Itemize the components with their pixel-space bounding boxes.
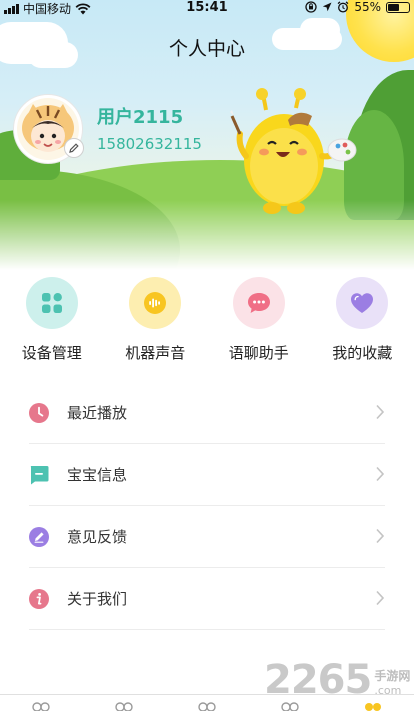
chevron-right-icon [376, 466, 385, 482]
phone-number: 15802632115 [97, 135, 202, 153]
status-right: 55% [305, 0, 410, 14]
status-bar: 中国移动 15:41 55% [0, 0, 414, 16]
battery-icon [386, 1, 410, 13]
tab-icon [115, 702, 133, 711]
tab-profile-active[interactable] [331, 695, 414, 714]
feature-chat-assistant[interactable]: 语聊助手 [207, 277, 311, 363]
menu-list: 最近播放 宝宝信息 意见反馈 关于我们 [29, 382, 385, 630]
menu-item-label: 意见反馈 [67, 528, 128, 546]
screen-lock-icon [305, 1, 317, 13]
heart-icon [336, 277, 389, 329]
edit-avatar-button[interactable] [64, 138, 84, 158]
tab-icon [32, 702, 51, 711]
message-icon [29, 465, 49, 485]
feature-label: 语聊助手 [228, 344, 289, 362]
info-icon [29, 588, 49, 609]
tab-2[interactable] [83, 695, 166, 714]
device-grid-icon [25, 277, 78, 329]
feature-shortcuts: 设备管理 机器声音 语聊助手 我的收藏 [0, 277, 414, 363]
feature-machine-sound[interactable]: 机器声音 [104, 277, 208, 363]
bottom-tab-bar [0, 694, 414, 714]
menu-item-label: 关于我们 [67, 590, 128, 608]
menu-item-label: 宝宝信息 [67, 466, 128, 484]
watermark-site: 手游网 .com [374, 667, 410, 697]
feature-label: 机器声音 [125, 344, 186, 362]
menu-item-label: 最近播放 [67, 404, 128, 422]
battery-level [388, 3, 399, 11]
watermark-site-name: 手游网 [374, 669, 411, 683]
pencil-icon [69, 143, 79, 153]
mascot-illustration [230, 88, 357, 214]
page-title: 个人中心 [168, 38, 245, 60]
battery-percent: 55% [354, 0, 381, 14]
alarm-icon [337, 1, 349, 13]
menu-item-about-us[interactable]: 关于我们 [29, 568, 385, 630]
username[interactable]: 用户2115 [97, 103, 183, 129]
feature-my-favorites[interactable]: 我的收藏 [311, 277, 414, 363]
menu-item-feedback[interactable]: 意见反馈 [29, 506, 385, 568]
sound-wave-icon [129, 277, 182, 329]
chevron-right-icon [376, 404, 385, 420]
feature-device-management[interactable]: 设备管理 [0, 277, 104, 363]
feature-label: 我的收藏 [332, 344, 393, 362]
chevron-right-icon [376, 590, 385, 606]
menu-item-recent-play[interactable]: 最近播放 [29, 382, 385, 444]
clock-icon [29, 402, 49, 423]
menu-item-baby-info[interactable]: 宝宝信息 [29, 444, 385, 506]
tab-1[interactable] [0, 695, 83, 714]
tab-icon [281, 702, 299, 711]
chat-bubble-icon [232, 277, 285, 329]
feature-label: 设备管理 [21, 344, 82, 362]
tab-3[interactable] [166, 695, 249, 714]
tab-icon [198, 702, 216, 711]
pencil-icon [29, 526, 49, 547]
location-icon [323, 2, 332, 12]
chevron-right-icon [376, 528, 385, 544]
tab-icon-active [364, 703, 381, 711]
tab-4[interactable] [248, 695, 331, 714]
